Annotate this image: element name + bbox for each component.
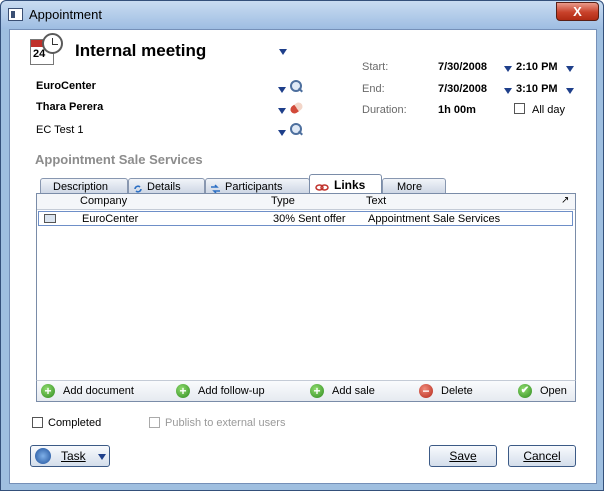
delete-icon: − bbox=[419, 384, 433, 398]
window-title: Appointment bbox=[29, 7, 102, 22]
allday-checkbox[interactable] bbox=[514, 103, 525, 114]
row-type: 30% Sent offer bbox=[273, 213, 346, 225]
window-icon bbox=[8, 8, 23, 21]
close-button[interactable]: X bbox=[556, 2, 599, 21]
project-field[interactable]: EC Test 1 bbox=[36, 124, 84, 136]
open-label: Open bbox=[540, 385, 567, 397]
add-icon: + bbox=[41, 384, 55, 398]
links-grid[interactable]: Company Type Text ↗ EuroCenter 30% Sent … bbox=[36, 193, 576, 402]
add-sale-button[interactable]: + Add sale bbox=[310, 384, 390, 400]
calendar-clock-icon: 24 bbox=[30, 33, 64, 67]
add-icon: + bbox=[176, 384, 190, 398]
company-search-icon[interactable] bbox=[290, 80, 302, 92]
link-icon bbox=[315, 178, 329, 191]
contact-dropdown-chevron-icon[interactable] bbox=[278, 105, 286, 117]
open-button[interactable]: ✔ Open bbox=[518, 384, 574, 400]
add-sale-label: Add sale bbox=[332, 385, 375, 397]
column-header-type[interactable]: Type bbox=[271, 195, 295, 207]
grid-header: Company Type Text ↗ bbox=[37, 194, 575, 210]
add-document-label: Add document bbox=[63, 385, 134, 397]
start-time-chevron-icon[interactable] bbox=[566, 63, 574, 75]
end-date[interactable]: 7/30/2008 bbox=[438, 83, 487, 95]
task-label: Task bbox=[61, 449, 86, 463]
delete-button[interactable]: − Delete bbox=[419, 384, 489, 400]
start-time[interactable]: 2:10 PM bbox=[516, 61, 558, 73]
start-date[interactable]: 7/30/2008 bbox=[438, 61, 487, 73]
row-company: EuroCenter bbox=[82, 213, 139, 225]
end-label: End: bbox=[362, 83, 385, 95]
tab-links[interactable]: Links bbox=[309, 174, 382, 195]
end-date-chevron-icon[interactable] bbox=[504, 85, 512, 97]
table-row[interactable]: EuroCenter 30% Sent offer Appointment Sa… bbox=[38, 211, 573, 226]
row-text: Appointment Sale Services bbox=[368, 213, 501, 225]
contact-pill-icon[interactable] bbox=[288, 100, 305, 116]
grid-action-bar: + Add document + Add follow-up + Add sal… bbox=[36, 380, 576, 402]
contact-field[interactable]: Thara Perera bbox=[36, 101, 103, 113]
start-date-chevron-icon[interactable] bbox=[504, 63, 512, 75]
company-dropdown-chevron-icon[interactable] bbox=[278, 84, 286, 96]
save-button[interactable]: Save bbox=[429, 445, 497, 467]
task-dropdown-chevron-icon[interactable] bbox=[98, 446, 106, 466]
appointment-dialog-body: 24 Internal meeting EuroCenter Thara Per… bbox=[9, 29, 597, 484]
gear-icon bbox=[35, 448, 51, 464]
duration-value[interactable]: 1h 00m bbox=[438, 104, 476, 116]
end-time[interactable]: 3:10 PM bbox=[516, 83, 558, 95]
open-check-icon: ✔ bbox=[518, 384, 532, 398]
tab-label: Links bbox=[334, 178, 366, 192]
add-document-button[interactable]: + Add document bbox=[41, 384, 141, 400]
appointment-window: Appointment X 24 Internal meeting EuroCe… bbox=[0, 0, 604, 491]
end-time-chevron-icon[interactable] bbox=[566, 85, 574, 97]
delete-label: Delete bbox=[441, 385, 473, 397]
start-label: Start: bbox=[362, 61, 389, 73]
project-search-icon[interactable] bbox=[290, 123, 302, 135]
cancel-label: Cancel bbox=[523, 449, 561, 463]
title-bar[interactable]: Appointment X bbox=[1, 1, 603, 29]
company-card-icon bbox=[44, 214, 56, 223]
completed-checkbox[interactable] bbox=[32, 417, 43, 428]
allday-label: All day bbox=[532, 104, 566, 116]
refresh-icon bbox=[133, 183, 143, 193]
project-dropdown-chevron-icon[interactable] bbox=[278, 127, 286, 139]
appointment-title[interactable]: Internal meeting bbox=[75, 41, 206, 61]
section-title: Appointment Sale Services bbox=[35, 152, 203, 167]
column-chooser-icon[interactable]: ↗ bbox=[561, 195, 569, 206]
clock-icon bbox=[42, 33, 63, 54]
publish-label: Publish to external users bbox=[165, 417, 286, 429]
add-followup-label: Add follow-up bbox=[198, 385, 265, 397]
cancel-button[interactable]: Cancel bbox=[508, 445, 576, 467]
column-header-company[interactable]: Company bbox=[80, 195, 127, 207]
add-icon: + bbox=[310, 384, 324, 398]
column-header-text[interactable]: Text bbox=[366, 195, 386, 207]
publish-checkbox[interactable] bbox=[149, 417, 160, 428]
save-label: Save bbox=[449, 449, 477, 463]
task-button[interactable]: Task bbox=[30, 445, 110, 467]
company-field[interactable]: EuroCenter bbox=[36, 80, 96, 92]
add-followup-button[interactable]: + Add follow-up bbox=[176, 384, 276, 400]
duration-label: Duration: bbox=[362, 104, 407, 116]
completed-label: Completed bbox=[48, 417, 102, 429]
title-dropdown-chevron-icon[interactable] bbox=[279, 46, 287, 58]
participants-icon bbox=[210, 183, 220, 194]
